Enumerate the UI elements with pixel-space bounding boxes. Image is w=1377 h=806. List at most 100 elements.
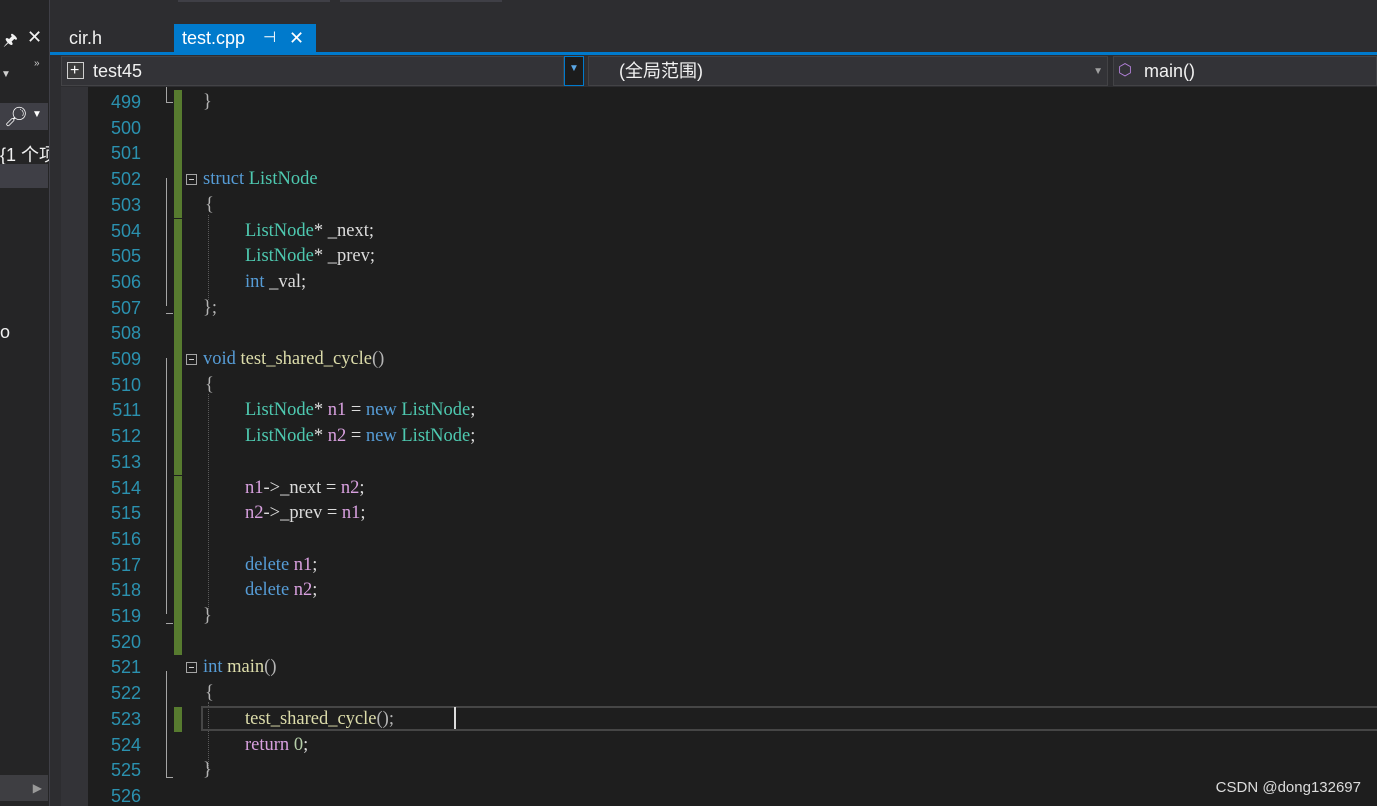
code-line[interactable]: 525 } [88, 758, 1377, 784]
code-line[interactable]: 511 ListNode* n1 = new ListNode; [88, 398, 1377, 425]
toolbar-remnant [178, 0, 330, 2]
horizontal-scrollbar[interactable]: ▶ [0, 775, 48, 801]
code-line[interactable]: 505 ListNode* _prev; [88, 244, 1377, 270]
dropdown-arrow-icon[interactable]: ▼ [1, 69, 11, 80]
change-marker [174, 192, 182, 219]
code-line[interactable]: 524 return 0; [88, 733, 1377, 759]
code-text: } [203, 606, 212, 626]
collapse-icon[interactable] [186, 662, 197, 674]
change-marker [174, 526, 182, 553]
code-line[interactable]: 515 n2->_prev = n1; [88, 501, 1377, 527]
tree-item-fragment[interactable]: o [0, 322, 10, 343]
line-number: 519 [110, 606, 141, 626]
change-marker [174, 629, 182, 656]
change-marker [174, 449, 182, 476]
line-number: 526 [110, 785, 141, 806]
code-line[interactable]: 503 { [88, 192, 1377, 219]
member-name: main() [1144, 61, 1196, 81]
code-text: { [205, 683, 214, 704]
line-number: 509 [110, 349, 141, 369]
line-number: 501 [110, 143, 141, 164]
line-number: 507 [110, 297, 141, 318]
project-dropdown-button[interactable]: ▼ [564, 56, 584, 86]
collapse-icon[interactable] [186, 354, 197, 365]
code-text: ListNode* n1 = new ListNode; [245, 400, 476, 421]
change-marker [174, 321, 182, 347]
project-icon [67, 57, 84, 85]
code-text: } [203, 760, 212, 781]
change-marker [174, 424, 182, 450]
code-line[interactable]: 508 [88, 321, 1377, 347]
change-marker [174, 244, 182, 270]
code-text: n2->_prev = n1; [245, 503, 366, 524]
member-dropdown[interactable]: ⬡ main() [1113, 56, 1377, 86]
code-line[interactable]: 501 [88, 141, 1377, 168]
close-icon[interactable]: ✕ [289, 24, 304, 52]
line-number: 502 [110, 169, 141, 190]
change-marker [174, 90, 182, 116]
code-line[interactable]: 500 [88, 115, 1377, 142]
pin-icon[interactable]: 🖈 [3, 29, 18, 56]
change-marker [174, 398, 182, 425]
line-number: 499 [110, 92, 141, 112]
code-line-current[interactable]: 523 test_shared_cycle(); [88, 706, 1377, 733]
tab-label: cir.h [69, 28, 103, 48]
search-box[interactable]: 🔎︎ ▼ [0, 103, 48, 130]
change-marker [174, 295, 182, 322]
line-number: 521 [110, 657, 141, 678]
code-text: struct ListNode [203, 169, 318, 190]
overflow-chevron-icon[interactable]: » [34, 58, 40, 69]
change-marker [174, 269, 182, 296]
code-line[interactable]: 517 delete n1; [88, 552, 1377, 579]
line-number: 520 [110, 631, 141, 652]
close-icon[interactable]: ✕ [27, 27, 42, 48]
change-marker [174, 578, 182, 604]
code-line[interactable]: 504 ListNode* _next; [88, 218, 1377, 245]
code-editor[interactable]: 499 } 500 501 502 struct ListNode 503 { … [61, 87, 1377, 806]
code-text: return 0; [245, 734, 309, 755]
scroll-right-icon[interactable]: ▶ [33, 781, 42, 795]
pin-icon[interactable]: ⊣ [263, 24, 276, 52]
change-marker [174, 347, 182, 373]
collapse-icon[interactable] [186, 174, 197, 186]
code-line[interactable]: 516 [88, 526, 1377, 553]
code-text: delete n2; [245, 580, 318, 601]
code-line[interactable]: 512 ListNode* n2 = new ListNode; [88, 424, 1377, 450]
code-line[interactable]: 522 { [88, 681, 1377, 707]
change-marker [174, 475, 182, 502]
project-dropdown[interactable]: test45 [61, 56, 564, 86]
change-marker [174, 552, 182, 579]
selected-tree-item[interactable] [0, 164, 48, 188]
line-number: 510 [110, 374, 141, 395]
code-text: { [205, 374, 214, 395]
code-line[interactable]: 513 [88, 449, 1377, 476]
line-number: 515 [110, 503, 141, 524]
change-marker [174, 604, 182, 630]
scope-dropdown[interactable]: (全局范围) ▼ [588, 56, 1108, 86]
search-icon[interactable]: 🔎︎ [4, 105, 28, 129]
change-marker [174, 141, 182, 168]
line-number: 512 [110, 426, 141, 447]
code-line[interactable]: 526 [88, 784, 1377, 806]
code-line[interactable]: 506 int _val; [88, 269, 1377, 296]
tab-test-cpp[interactable]: test.cpp ⊣ ✕ [174, 24, 316, 52]
code-line[interactable]: 519 } [88, 604, 1377, 630]
code-line[interactable]: 507 }; [88, 295, 1377, 322]
code-line[interactable]: 521 int main() [88, 655, 1377, 681]
code-line[interactable]: 502 struct ListNode [88, 167, 1377, 193]
search-options-arrow-icon[interactable]: ▼ [32, 109, 42, 120]
code-line[interactable]: 509 void test_shared_cycle() [88, 347, 1377, 373]
scope-name: (全局范围) [619, 61, 703, 81]
line-number: 522 [110, 683, 141, 704]
change-marker [174, 115, 182, 142]
line-number: 505 [110, 246, 141, 267]
code-line[interactable]: 514 n1->_next = n2; [88, 475, 1377, 502]
code-line[interactable]: 518 delete n2; [88, 578, 1377, 604]
code-line[interactable]: 510 { [88, 372, 1377, 399]
project-name: test45 [93, 61, 143, 81]
code-text: } [203, 92, 212, 112]
change-marker [174, 501, 182, 527]
code-line[interactable]: 499 } [88, 90, 1377, 116]
code-line[interactable]: 520 [88, 629, 1377, 656]
tab-cir-h[interactable]: cir.h [61, 24, 173, 52]
